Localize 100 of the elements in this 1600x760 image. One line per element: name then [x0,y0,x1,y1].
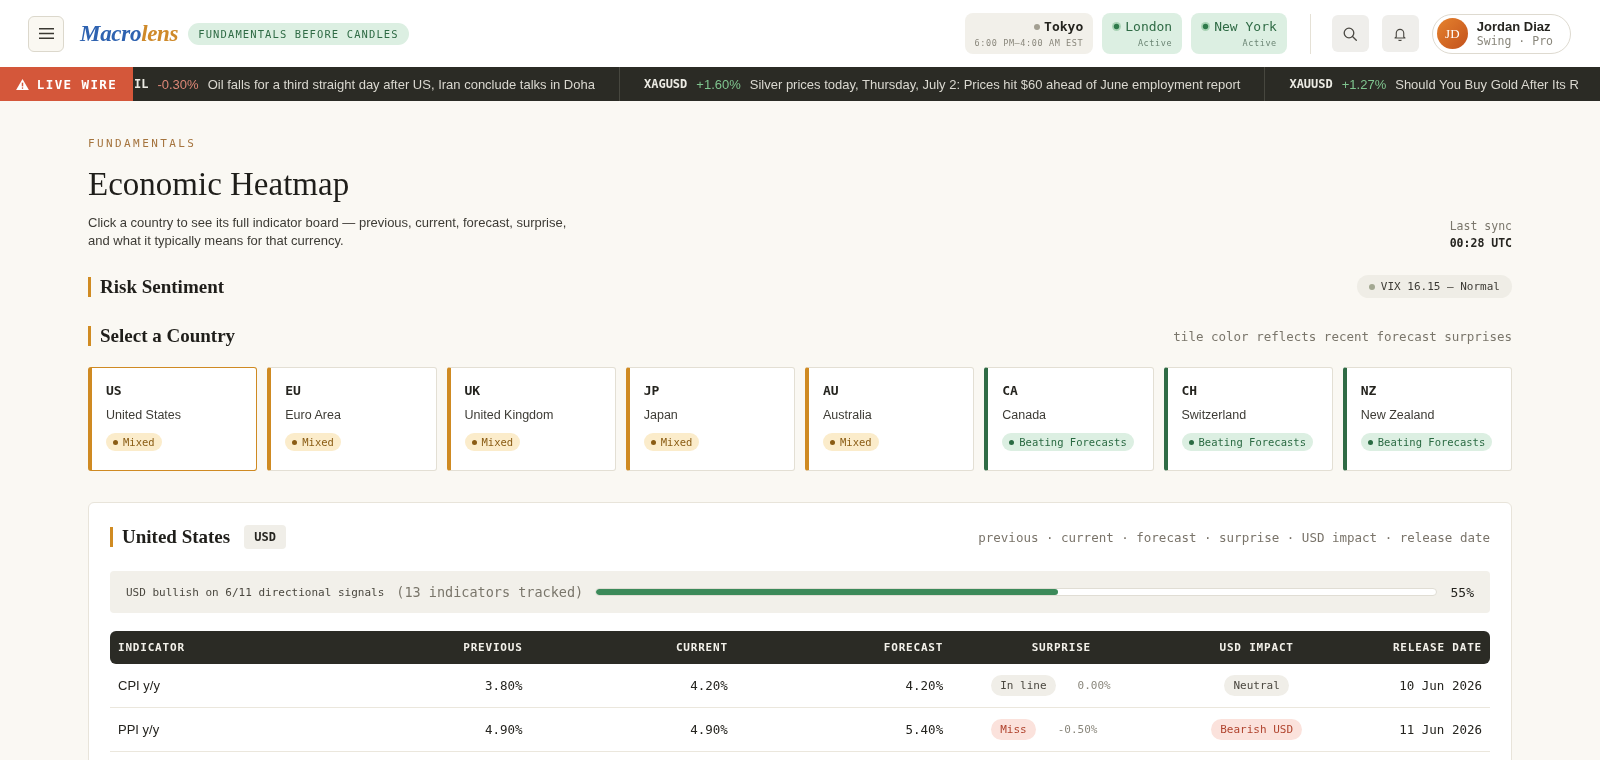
country-code: EU [285,383,302,398]
country-tile[interactable]: JP Japan Mixed [625,367,795,471]
country-code: AU [823,383,840,398]
country-tile[interactable]: US United States Mixed [88,367,258,471]
country-code: CA [1002,383,1019,398]
column-legend: previous · current · forecast · surprise · USD impact · release date [978,529,1490,545]
last-sync-label: Last sync [1449,219,1512,233]
country-name: New Zealand [1360,408,1436,422]
ticker-symbol: IL [134,77,149,91]
indicator-cell: CPI y/y [110,664,331,708]
menu-button[interactable] [28,15,64,52]
country-name: United States [106,408,183,422]
status-label: Mixed [840,436,872,448]
ticker-change: -0.30% [157,76,199,92]
section-eyebrow: FUNDAMENTALS [88,137,198,150]
warning-icon [15,78,29,90]
status-dot-icon [113,439,118,445]
vix-reading: VIX 16.15 — Normal [1380,280,1500,293]
ticker-headline[interactable]: Silver prices today, Thursday, July 2: Prices hit $60 ahead of June employment report [749,76,1241,92]
impact-badge: Bearish USD [1211,719,1303,740]
status-label: Beating Forecasts [1198,436,1306,448]
session-detail: Active [1242,38,1277,48]
country-code: JP [643,383,661,398]
country-name: Euro Area [285,408,342,422]
surprise-value: -0.50% [1057,723,1098,736]
status-label: Mixed [660,436,693,448]
logo[interactable]: Macrolens [80,20,179,47]
table-cell: 4.90% [330,708,531,752]
session-city: New York [1214,19,1277,34]
menu-icon [38,28,54,39]
status-label: Beating Forecasts [1377,436,1486,448]
status-dot-icon [1009,439,1015,445]
country-tile[interactable]: EU Euro Area Mixed [267,367,437,471]
tile-color-hint: tile color reflects recent forecast surprises [1173,328,1512,344]
column-header: PREVIOUS [330,631,531,664]
status-dot-icon [1201,22,1211,31]
country-tile[interactable]: UK United Kingdom Mixed [446,367,616,471]
bell-icon [1393,26,1408,41]
user-menu-button[interactable]: JD Jordan Diaz Swing · Pro [1431,13,1571,54]
page-description: Click a country to see its full indicator board — previous, current, forecast, surprise, and what it typically means for that currency. [88,214,568,250]
notifications-button[interactable] [1381,15,1419,52]
user-avatar: JD [1436,18,1468,49]
ticker-headline[interactable]: Oil falls for a third straight day after US, Iran conclude talks in Doha [207,76,595,92]
country-tile[interactable]: AU Australia Mixed [805,367,975,471]
country-name: Japan [643,408,679,422]
table-cell: 4.90% [530,708,736,752]
impact-badge: Neutral [1224,675,1289,696]
status-label: Mixed [123,436,155,448]
column-header: INDICATOR [110,631,331,664]
user-plan: Swing · Pro [1476,33,1553,49]
status-label: Mixed [302,436,334,448]
page-title: Economic Heatmap [88,165,351,204]
country-name: Australia [823,408,873,422]
last-sync-time: 00:28 UTC [1449,236,1512,250]
ticker-headline[interactable]: Should You Buy Gold After Its R [1395,76,1579,92]
session-city: London [1125,19,1173,34]
country-code: US [106,383,123,398]
status-dot-icon [1188,439,1194,445]
table-cell: 4.20% [530,664,736,708]
column-header: SURPRISE [951,631,1172,664]
country-name: Canada [1002,408,1048,422]
column-header: CURRENT [530,631,736,664]
surprise-value: 0.00% [1077,679,1111,692]
search-icon [1343,26,1358,41]
column-header: RELEASE DATE [1341,631,1490,664]
status-dot-icon [471,439,477,445]
session-city: Tokyo [1044,19,1084,34]
status-dot-icon [830,439,835,445]
surprise-badge: In line [991,675,1056,696]
ticker-change: +1.60% [696,76,741,92]
country-tile[interactable]: CH Switzerland Beating Forecasts [1163,367,1333,471]
status-dot-icon [1368,283,1375,290]
status-dot-icon [292,439,298,445]
status-label: Beating Forecasts [1019,436,1127,448]
tagline-badge: FUNDAMENTALS BEFORE CANDLES [188,22,409,45]
table-cell: 4.20% [735,664,952,708]
ticker-symbol: XAGUSD [643,77,688,91]
status-dot-icon [1367,439,1373,445]
country-name: Switzerland [1181,408,1248,422]
session-detail: 6:00 PM–4:00 AM EST [974,38,1084,48]
country-tile[interactable]: CA Canada Beating Forecasts [984,367,1154,471]
live-wire-label: LIVE WIRE [36,76,118,92]
country-code: CH [1181,383,1199,398]
ticker-change: +1.27% [1341,76,1387,92]
status-label: Mixed [481,436,514,448]
column-header: USD IMPACT [1171,631,1342,664]
search-button[interactable] [1331,15,1369,52]
indicators-tracked: (13 indicators tracked) [396,584,584,600]
signal-summary: USD bullish on 6/11 directional signals [126,585,385,599]
table-cell: 10 Jun 2026 [1341,664,1490,708]
section-heading: Select a Country [88,326,236,346]
table-cell: 5.40% [735,708,952,752]
country-tile[interactable]: NZ New Zealand Beating Forecasts [1342,367,1512,471]
status-dot-icon [1112,22,1122,31]
surprise-badge: Miss [991,719,1036,740]
status-dot-icon [650,439,656,445]
status-dot-icon [1034,23,1041,30]
country-code: UK [464,383,482,398]
country-code: NZ [1360,383,1378,398]
session-detail: Active [1137,38,1173,48]
